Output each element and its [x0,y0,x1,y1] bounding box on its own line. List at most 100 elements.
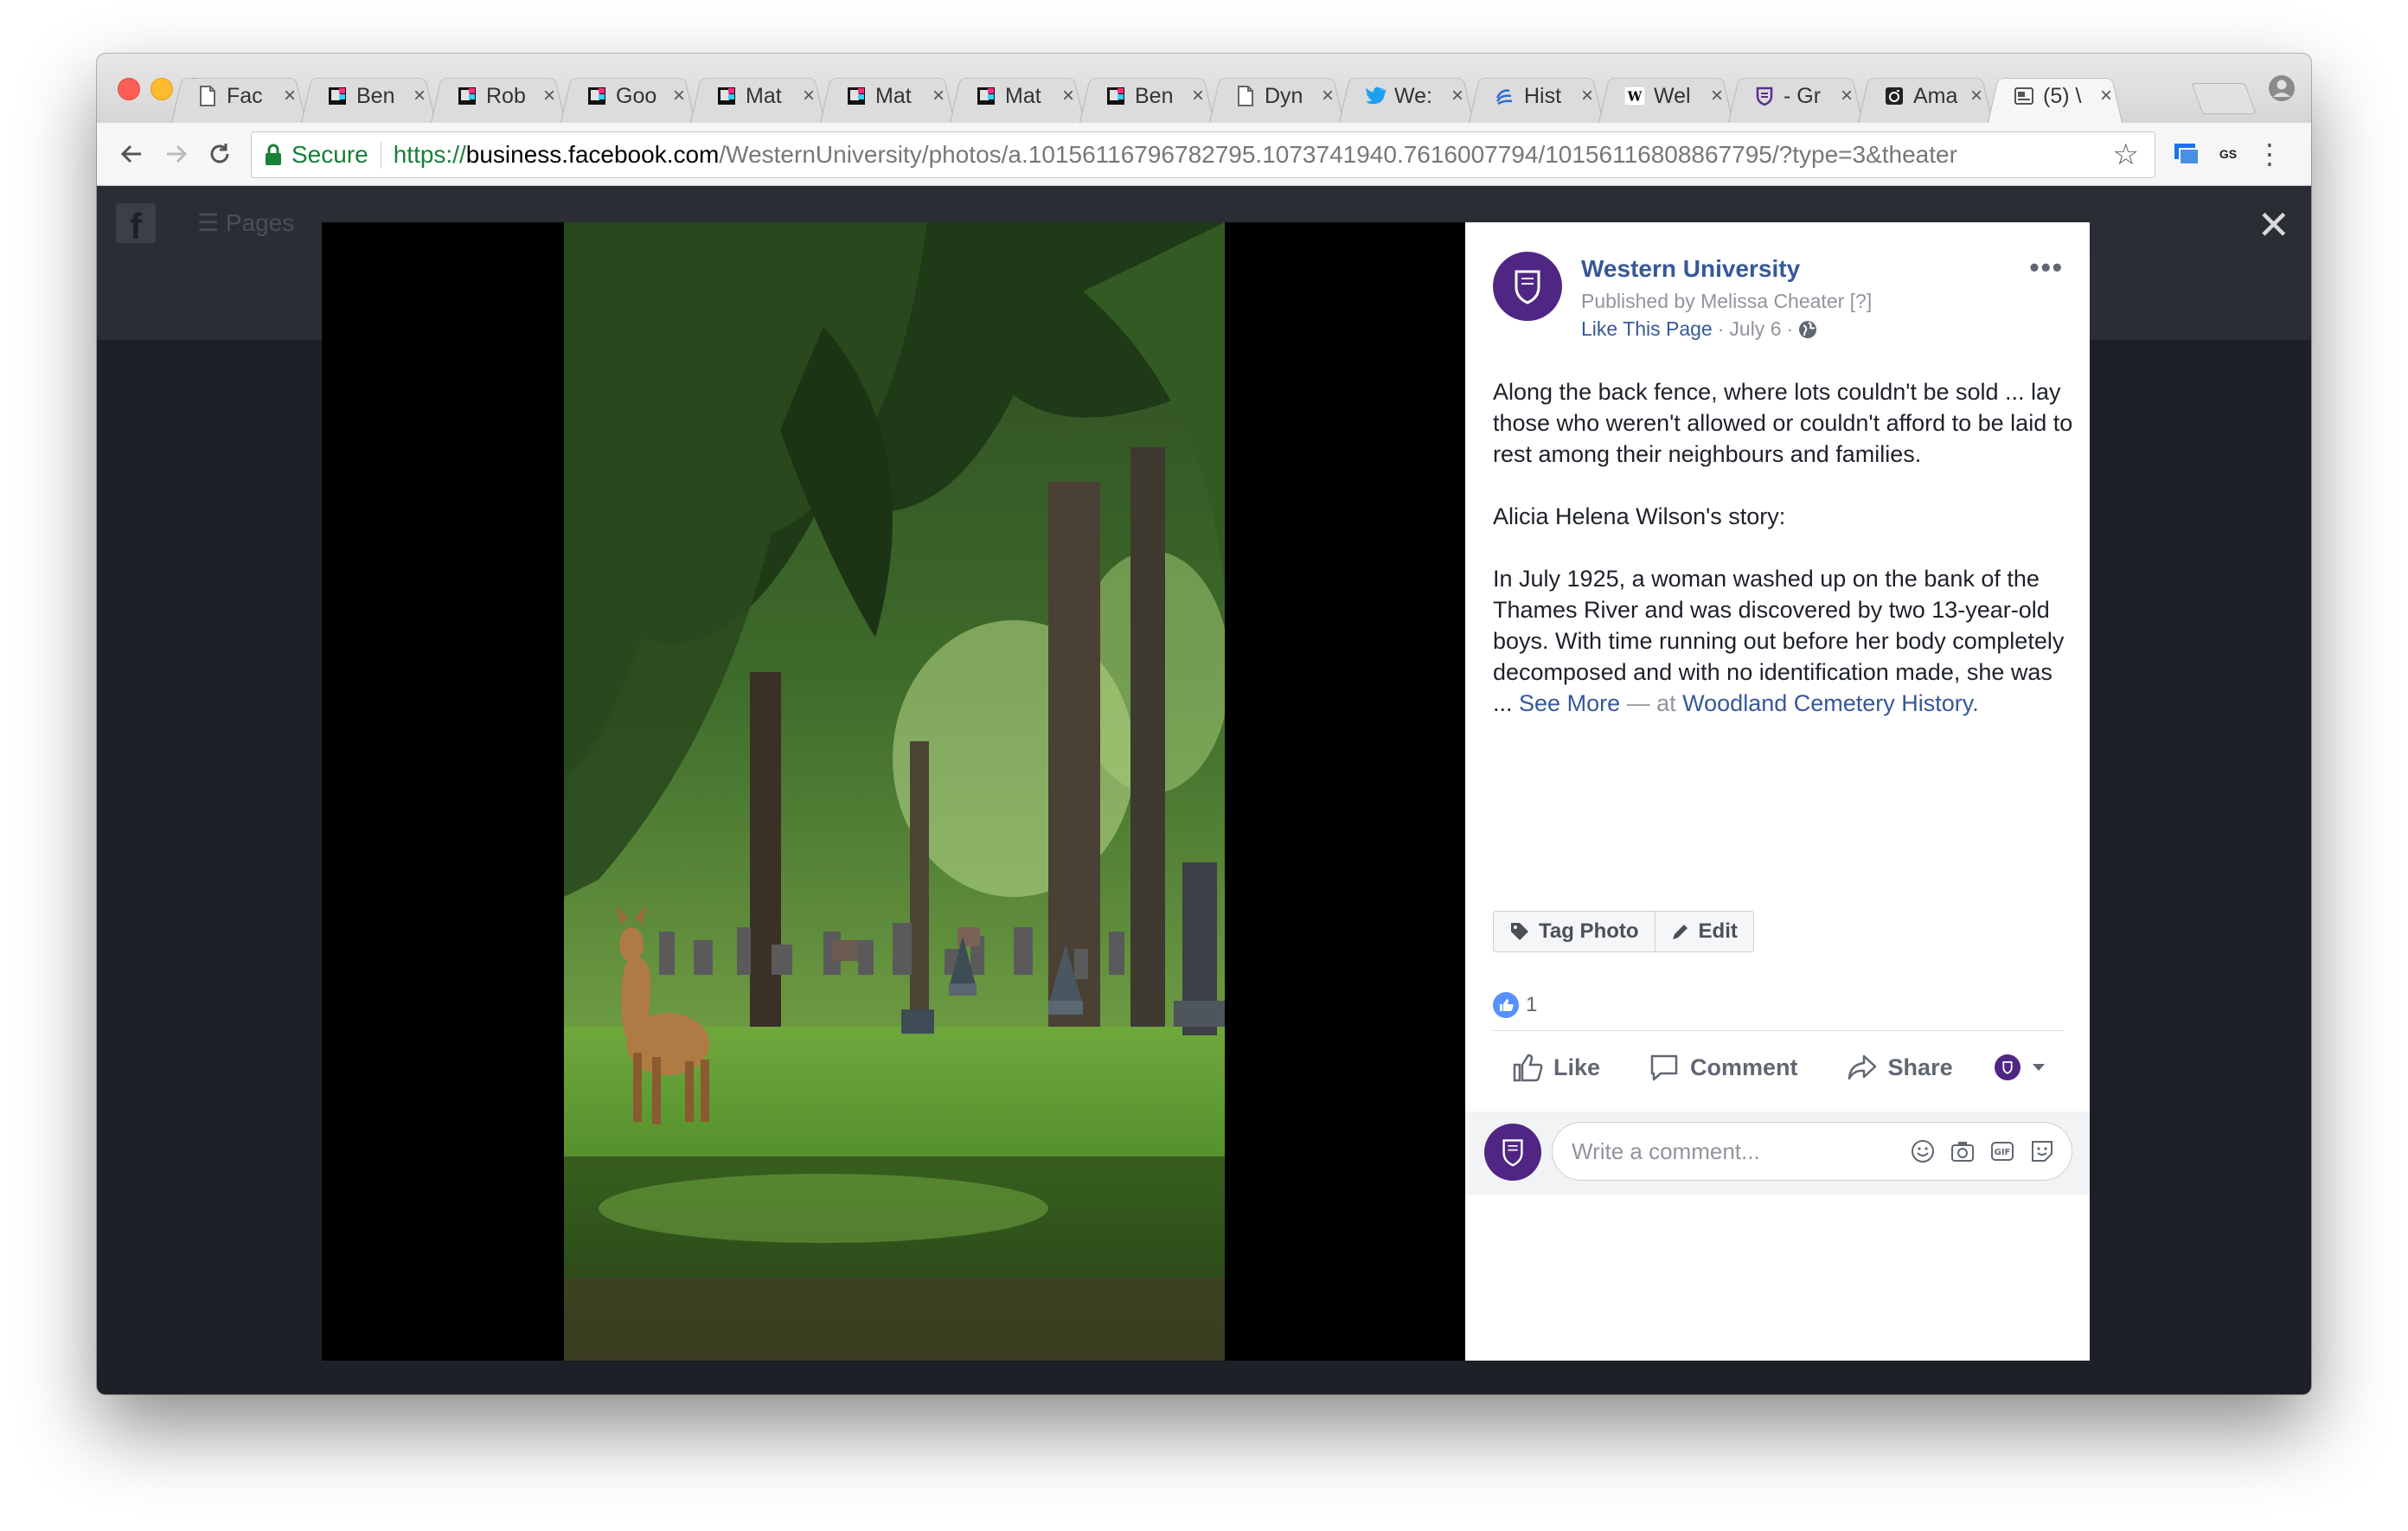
wave-icon [1495,86,1515,106]
browser-tab[interactable]: Ben × [301,69,436,123]
edit-button[interactable]: Edit [1654,912,1753,951]
close-tab-icon[interactable]: × [1451,84,1463,108]
back-button[interactable] [114,137,149,171]
reload-icon [210,144,229,163]
address-bar[interactable]: Secure https://business.facebook.com/Wes… [251,131,2155,178]
reaction-count: 1 [1526,993,1538,1016]
caption-paragraph: Along the back fence, where lots couldn'… [1493,379,2073,467]
url-host: business.facebook.com [465,141,720,168]
published-hint[interactable]: [?] [1850,290,1873,312]
close-tab-icon[interactable]: × [1192,84,1204,108]
tab-title: Wel [1654,83,1691,108]
tag-icon [1511,923,1528,940]
browser-tab[interactable]: Fac × [171,69,306,123]
gif-icon[interactable]: GIF [1989,1137,2016,1165]
browser-tab[interactable]: - Gr × [1728,69,1863,123]
facebook-logo-icon[interactable]: f [116,203,156,247]
close-tab-icon[interactable]: × [1841,84,1853,108]
close-tab-icon[interactable]: × [1711,84,1723,108]
close-tab-icon[interactable]: × [673,84,685,108]
tab-title: - Gr [1784,83,1822,108]
close-theater-icon[interactable]: ✕ [2257,202,2290,248]
reaction-summary[interactable]: 1 [1493,992,1537,1018]
see-more-link[interactable]: See More [1519,690,1620,716]
shield-crest-icon [1502,1139,1523,1167]
close-tab-icon[interactable]: × [932,84,945,108]
gs-extension-icon[interactable]: GS [2213,138,2244,170]
thumbs-up-icon [1513,1054,1543,1082]
tab-title: Hist [1524,83,1562,108]
site-favicon-icon [716,86,737,106]
comment-label: Comment [1690,1054,1798,1080]
close-tab-icon[interactable]: × [1322,84,1334,108]
tab-title: (5) \ [2043,83,2082,108]
close-tab-icon[interactable]: × [1581,84,1593,108]
browser-tab[interactable]: Mat × [690,69,825,123]
forward-button[interactable] [159,137,194,171]
close-tab-icon[interactable]: × [2100,84,2112,108]
photo-action-bar: Tag Photo Edit [1493,911,1754,952]
browser-tab[interactable]: (5) \ × [1988,69,2123,123]
comment-input[interactable]: Write a comment... GIF [1552,1122,2072,1181]
document-icon [197,86,218,106]
emoji-icon[interactable] [1909,1137,1937,1165]
new-tab-button[interactable] [2191,83,2257,114]
caret-down-icon [2032,1064,2045,1071]
like-button[interactable]: Like [1512,1053,1600,1082]
bookmark-star-icon[interactable]: ☆ [2113,138,2139,172]
browser-tab[interactable]: Hist × [1469,69,1604,123]
cast-extension-icon[interactable] [2171,138,2202,170]
arrow-left-icon [120,144,141,163]
close-tab-icon[interactable]: × [803,84,815,108]
comment-button[interactable]: Comment [1649,1053,1798,1082]
pages-nav[interactable]: ☰ Pages [197,208,294,237]
share-button[interactable]: Share [1847,1053,1953,1082]
url-path: /WesternUniversity/photos/a.101561167967… [719,141,1957,168]
comment-composer: Write a comment... GIF [1465,1111,2090,1195]
tab-title: We: [1394,83,1432,108]
post-photo[interactable] [564,222,1225,1361]
at-label: — at [1626,690,1676,716]
browser-tab[interactable]: We: × [1339,69,1474,123]
post-options-icon[interactable]: ••• [2029,252,2064,284]
close-tab-icon[interactable]: × [284,84,296,108]
browser-tab[interactable]: Dyn × [1209,69,1344,123]
like-page-link[interactable]: Like This Page [1581,317,1713,341]
post-as-selector[interactable] [1994,1054,2046,1080]
post-date[interactable]: July 6 [1729,317,1781,341]
location-link[interactable]: Woodland Cemetery History. [1682,690,1979,716]
browser-tab[interactable]: Ben × [1079,69,1214,123]
tab-title: Rob [486,83,526,108]
tab-strip: Fac × Ben × Rob × Goo × Mat × Mat × Mat × Ben × Dyn × We: ×… [97,54,2311,123]
profile-icon[interactable] [2268,74,2296,102]
close-tab-icon[interactable]: × [1062,84,1074,108]
browser-tab[interactable]: Goo × [560,69,695,123]
caption-paragraph: Alicia Helena Wilson's story: [1493,503,1786,529]
browser-tab[interactable]: Ama × [1858,69,1993,123]
meta-dot: · [1786,317,1794,340]
page-name-link[interactable]: Western University [1581,255,1800,283]
published-by: Published by Melissa Cheater [?] [1581,290,1872,313]
minimize-window-button[interactable] [150,78,173,100]
like-reaction-icon [1493,992,1519,1018]
browser-tab[interactable]: W Wel × [1598,69,1733,123]
commenter-avatar[interactable] [1484,1124,1541,1181]
browser-tab[interactable]: Mat × [820,69,955,123]
close-tab-icon[interactable]: × [1970,84,1982,108]
reload-button[interactable] [202,137,237,171]
page-avatar[interactable] [1493,252,1562,321]
camera-icon[interactable] [1949,1137,1976,1165]
sticker-icon[interactable] [2028,1137,2056,1165]
close-tab-icon[interactable]: × [413,84,426,108]
cemetery-deer-photo [564,222,1225,1361]
browser-tab[interactable]: Mat × [950,69,1085,123]
browser-tab[interactable]: Rob × [431,69,566,123]
meta-dot: · [1717,317,1725,340]
twitter-icon [1365,86,1386,106]
tab-title: Mat [746,83,782,108]
camera-icon [1884,86,1905,106]
close-tab-icon[interactable]: × [543,84,555,108]
browser-menu-icon[interactable]: ⋮ [2254,138,2285,170]
close-window-button[interactable] [118,78,140,100]
tag-photo-button[interactable]: Tag Photo [1494,912,1655,951]
